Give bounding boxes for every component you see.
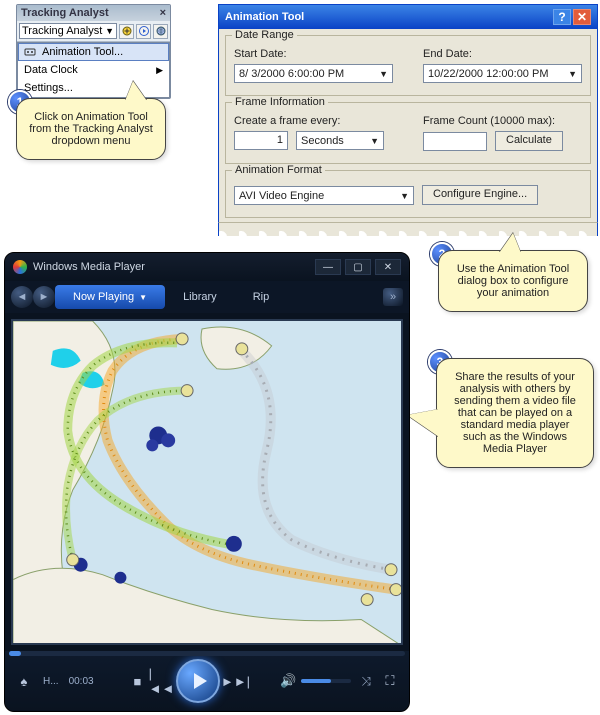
tracking-dropdown-label: Tracking Analyst [22, 25, 102, 37]
chevron-down-icon: ▼ [139, 293, 147, 302]
chevron-down-icon: ▼ [379, 69, 388, 79]
time-text: 00:03 [69, 676, 94, 687]
tab-now-playing[interactable]: Now Playing▼ [55, 285, 165, 309]
menu-animation-label: Animation Tool... [42, 46, 123, 58]
wmp-tabs: ◄ ► Now Playing▼ Library Rip » [5, 281, 409, 313]
shuffle-button[interactable]: ⤨ [361, 674, 371, 689]
wmp-controls: ♠ H... 00:03 ■ |◄◄ ►►| 🔊 ⤨ ⛶ [5, 651, 409, 711]
frame-count-input[interactable] [423, 132, 487, 151]
now-playing-list-icon[interactable]: ♠ [15, 672, 33, 690]
tracking-dropdown[interactable]: Tracking Analyst ▼ [19, 23, 117, 39]
end-date-field[interactable]: 10/22/2000 12:00:00 PM ▼ [423, 64, 582, 83]
frame-value-input[interactable]: 1 [234, 131, 288, 150]
wmp-title: Windows Media Player [33, 261, 145, 273]
stop-button[interactable]: ■ [128, 672, 146, 690]
tab-overflow-button[interactable]: » [383, 288, 403, 306]
engine-select[interactable]: AVI Video Engine ▼ [234, 186, 414, 205]
end-date-label: End Date: [423, 48, 582, 60]
start-date-field[interactable]: 8/ 3/2000 6:00:00 PM ▼ [234, 64, 393, 83]
anim-format-title: Animation Format [232, 164, 325, 176]
calculate-button[interactable]: Calculate [495, 131, 563, 151]
chevron-down-icon: ▼ [400, 191, 409, 201]
callout-step-1: Click on Animation Tool from the Trackin… [16, 98, 166, 160]
end-date-value: 10/22/2000 12:00:00 PM [428, 68, 548, 80]
menu-animation-tool[interactable]: Animation Tool... [18, 43, 169, 61]
tracking-title: Tracking Analyst [21, 7, 109, 19]
callout-3-text: Share the results of your analysis with … [454, 371, 576, 455]
globe-button[interactable] [153, 24, 168, 39]
chevron-down-icon: ▼ [370, 136, 379, 146]
tab-rip[interactable]: Rip [235, 285, 288, 309]
frame-unit-select[interactable]: Seconds ▼ [296, 131, 384, 150]
close-button[interactable]: ✕ [375, 259, 401, 275]
tracking-menu: Animation Tool... Data Clock ▶ Settings.… [17, 42, 170, 98]
media-player-window: Windows Media Player — ▢ ✕ ◄ ► Now Playi… [4, 252, 410, 712]
date-range-title: Date Range [232, 29, 297, 41]
animation-title: Animation Tool [225, 11, 304, 23]
volume-slider[interactable] [301, 679, 351, 683]
callout-step-2: Use the Animation Tool dialog box to con… [438, 250, 588, 312]
start-date-label: Start Date: [234, 48, 393, 60]
frame-info-group: Frame Information Create a frame every: … [225, 102, 591, 164]
minimize-button[interactable]: — [315, 259, 341, 275]
torn-edge [218, 222, 598, 236]
anim-format-group: Animation Format AVI Video Engine ▼ Conf… [225, 170, 591, 218]
next-button[interactable]: ►►| [226, 672, 244, 690]
fullscreen-button[interactable]: ⛶ [381, 672, 399, 690]
tracking-analyst-panel: Tracking Analyst × Tracking Analyst ▼ An… [16, 4, 171, 99]
animation-tool-dialog: Animation Tool ? ✕ Date Range Start Date… [218, 4, 598, 231]
frame-info-title: Frame Information [232, 96, 328, 108]
configure-engine-button[interactable]: Configure Engine... [422, 185, 538, 205]
menu-dataclock-label: Data Clock [24, 64, 78, 76]
close-icon[interactable]: × [160, 7, 166, 19]
date-range-group: Date Range Start Date: 8/ 3/2000 6:00:00… [225, 35, 591, 96]
animation-title-bar: Animation Tool ? ✕ [219, 5, 597, 29]
hurricane-tracks-map [13, 321, 401, 645]
wmp-logo-icon [13, 260, 27, 274]
tab-library[interactable]: Library [165, 285, 235, 309]
menu-settings-label: Settings... [24, 82, 73, 94]
tracking-title-bar: Tracking Analyst × [17, 5, 170, 21]
tracking-toolbar: Tracking Analyst ▼ [17, 21, 170, 42]
play-button[interactable] [136, 24, 151, 39]
callout-1-text: Click on Animation Tool from the Trackin… [29, 111, 153, 147]
callout-2-text: Use the Animation Tool dialog box to con… [457, 263, 569, 299]
chevron-down-icon: ▼ [568, 69, 577, 79]
submenu-arrow-icon: ▶ [156, 65, 163, 76]
mute-icon[interactable]: 🔊 [279, 672, 297, 690]
chevron-down-icon: ▼ [105, 26, 114, 36]
progress-bar[interactable] [9, 651, 405, 656]
nav-fwd-button[interactable]: ► [33, 286, 55, 308]
animation-icon [24, 46, 36, 58]
volume-control[interactable]: 🔊 [279, 672, 351, 690]
start-date-value: 8/ 3/2000 6:00:00 PM [239, 68, 344, 80]
nav-back-button[interactable]: ◄ [11, 286, 33, 308]
prev-button[interactable]: |◄◄ [152, 672, 170, 690]
frame-unit-value: Seconds [301, 135, 344, 147]
close-button[interactable]: ✕ [573, 9, 591, 25]
add-button[interactable] [119, 24, 134, 39]
engine-value: AVI Video Engine [239, 190, 324, 202]
callout-step-3: Share the results of your analysis with … [436, 358, 594, 468]
animation-body: Date Range Start Date: 8/ 3/2000 6:00:00… [219, 29, 597, 230]
frame-count-label: Frame Count (10000 max): [423, 115, 582, 127]
menu-data-clock[interactable]: Data Clock ▶ [18, 61, 169, 79]
wmp-title-bar: Windows Media Player — ▢ ✕ [5, 253, 409, 281]
help-button[interactable]: ? [553, 9, 571, 25]
maximize-button[interactable]: ▢ [345, 259, 371, 275]
video-area [11, 319, 403, 645]
create-frame-label: Create a frame every: [234, 115, 393, 127]
play-button[interactable] [176, 659, 220, 703]
status-text: H... [43, 676, 59, 687]
